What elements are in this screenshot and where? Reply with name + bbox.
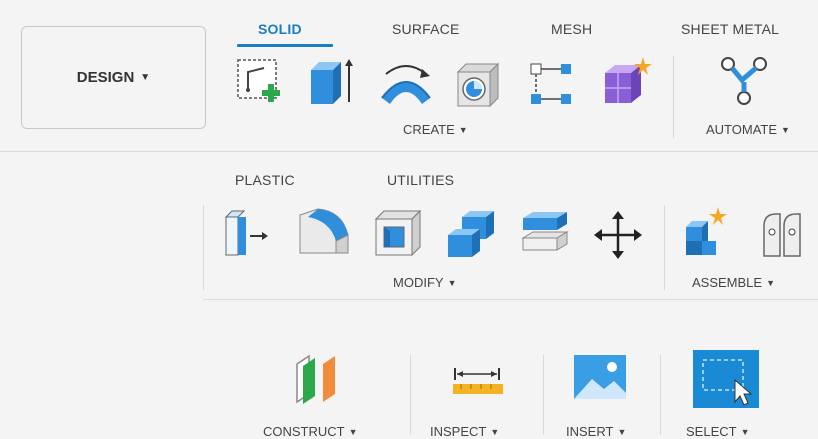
workspace-label: DESIGN [76,69,135,86]
create-automate-divider [673,56,674,138]
chevron-down-icon: ▼ [740,426,750,437]
chevron-down-icon: ▼ [617,426,627,437]
automate-label: AUTOMATE [706,122,778,137]
assemble-group-menu[interactable]: ASSEMBLE ▼ [692,275,775,290]
modify-label: MODIFY [393,275,444,290]
press-pull-icon[interactable] [222,207,272,261]
construct-inspect-divider [410,355,411,435]
tab-sheet-metal[interactable]: SHEET METAL [681,21,779,37]
select-icon[interactable] [693,350,759,408]
shell-icon[interactable] [372,207,424,259]
move-icon[interactable] [593,210,643,260]
pattern-icon[interactable] [527,60,577,110]
chevron-down-icon: ▼ [140,72,151,83]
modify-assemble-divider [664,205,665,290]
tab-mesh[interactable]: MESH [551,21,592,37]
create-group-menu[interactable]: CREATE ▼ [403,122,468,137]
tab-utilities[interactable]: UTILITIES [387,172,454,188]
chevron-down-icon: ▼ [447,277,457,288]
automate-group-menu[interactable]: AUTOMATE ▼ [706,122,790,137]
revolve-icon[interactable] [376,60,436,110]
offset-face-icon[interactable] [519,208,573,258]
ruler-icon[interactable] [451,364,505,398]
chevron-down-icon: ▼ [781,124,790,135]
workspace-dropdown[interactable]: DESIGN ▼ [21,26,206,129]
construct-icon[interactable] [293,350,347,404]
chevron-down-icon: ▼ [458,124,468,135]
row-2-divider [203,299,818,300]
new-component-icon[interactable] [682,205,734,259]
tab-surface[interactable]: SURFACE [392,21,460,37]
fillet-icon[interactable] [296,205,352,259]
hole-icon[interactable] [452,60,502,110]
automate-icon[interactable] [718,54,770,108]
create-form-icon[interactable] [597,55,655,111]
chevron-down-icon: ▼ [766,277,776,288]
create-label: CREATE [403,122,455,137]
modify-group-menu[interactable]: MODIFY ▼ [393,275,456,290]
insert-select-divider [660,355,661,435]
extrude-icon[interactable] [305,56,355,110]
combine-icon[interactable] [444,207,500,259]
inspect-insert-divider [543,355,544,435]
row-2-left-edge [203,205,204,290]
chevron-down-icon: ▼ [348,426,358,437]
assemble-label: ASSEMBLE [692,275,763,290]
sketch-icon[interactable] [234,56,284,110]
image-icon[interactable] [572,353,628,401]
joint-icon[interactable] [760,210,804,260]
tab-solid[interactable]: SOLID [258,21,302,37]
chevron-down-icon: ▼ [490,426,500,437]
tab-plastic[interactable]: PLASTIC [235,172,295,188]
active-tab-indicator [237,44,333,47]
